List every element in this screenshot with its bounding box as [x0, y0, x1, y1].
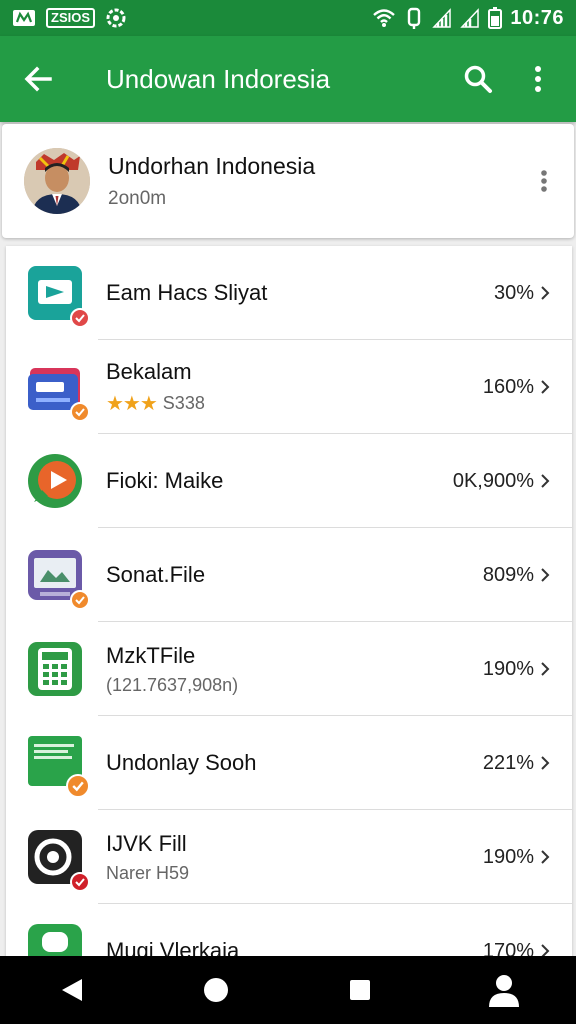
- avatar: [24, 148, 90, 214]
- search-button[interactable]: [448, 36, 508, 122]
- nav-recents-button[interactable]: [330, 960, 390, 1020]
- screen-cast-icon: [26, 264, 90, 328]
- more-vert-icon: [541, 170, 547, 192]
- app-text: Bekalam ★★★ S338: [106, 359, 483, 416]
- app-text: Fioki: Maike: [106, 468, 453, 494]
- search-icon: [464, 65, 492, 93]
- app-value: 0K,900%: [452, 469, 534, 492]
- app-bar: Undowan Indoresia: [0, 36, 576, 122]
- nav-back-button[interactable]: [42, 960, 102, 1020]
- system-nav-bar: [0, 956, 576, 1024]
- app-list: Eam Hacs Sliyat 30% Bekalam ★★★ S338 160…: [6, 246, 572, 966]
- status-left: ZSIOS: [12, 7, 127, 29]
- app-name: MzkTFile: [106, 642, 196, 668]
- chevron-right-icon: [540, 285, 550, 301]
- calculator-icon: [26, 640, 84, 698]
- status-time: 10:76: [510, 6, 564, 29]
- app-text: Eam Hacs Sliyat: [106, 280, 494, 306]
- arrow-back-icon: [24, 66, 52, 92]
- rating-stars-icon: ★★★: [106, 392, 158, 415]
- list-item[interactable]: IJVK Fill Narer H59 190%: [6, 810, 572, 904]
- settings-gear-icon: [106, 8, 126, 28]
- app-rating: ★★★ S338: [106, 391, 483, 416]
- back-triangle-icon: [62, 979, 82, 1001]
- chevron-right-icon: [540, 567, 550, 583]
- wifi-icon: [373, 9, 396, 27]
- payment-card-icon: [26, 358, 90, 422]
- chevron-right-icon: [540, 755, 550, 771]
- app-value: 190%: [482, 845, 534, 868]
- list-item[interactable]: Eam Hacs Sliyat 30%: [6, 246, 572, 340]
- verified-badge-icon: [70, 402, 90, 422]
- recents-square-icon: [350, 980, 370, 1000]
- chevron-right-icon: [540, 379, 550, 395]
- home-circle-icon: [204, 978, 228, 1002]
- verified-badge-icon: [70, 590, 90, 610]
- overflow-menu-button[interactable]: [508, 36, 568, 122]
- green-document-icon: [26, 734, 90, 798]
- nav-home-button[interactable]: [186, 960, 246, 1020]
- profile-subtitle: 2on0m: [108, 187, 167, 209]
- chevron-right-icon: [540, 849, 550, 865]
- app-sub: Narer H59: [106, 862, 190, 883]
- profile-more-button[interactable]: [524, 169, 564, 193]
- app-name: Bekalam: [106, 358, 192, 384]
- list-item[interactable]: Bekalam ★★★ S338 160%: [6, 340, 572, 434]
- app-text: Sonat.File: [106, 562, 483, 588]
- app-value: 809%: [482, 563, 534, 586]
- monitor-icon: [26, 546, 90, 610]
- screen: ZSIOS 10:76 Undowan Indoresia Undorhan I…: [0, 0, 576, 1024]
- list-item[interactable]: Undonlay Sooh 221%: [6, 716, 572, 810]
- chevron-right-icon: [540, 661, 550, 677]
- app-sub: S338: [162, 392, 205, 413]
- verified-badge-icon: [70, 308, 90, 328]
- chevron-right-icon: [540, 473, 550, 489]
- nav-profile-button[interactable]: [474, 960, 534, 1020]
- app-name: Undonlay Sooh: [106, 750, 257, 775]
- list-item[interactable]: Fioki: Maike 0K,900%: [6, 434, 572, 528]
- status-app-label: ZSIOS: [46, 8, 96, 28]
- list-item[interactable]: MzkTFile (121.7637,908n) 190%: [6, 622, 572, 716]
- signal-icon-2: [460, 8, 480, 28]
- app-text: Undonlay Sooh: [106, 750, 483, 776]
- signal-icon: [432, 8, 452, 28]
- camera-lens-icon: [26, 828, 90, 892]
- app-name: IJVK Fill: [106, 830, 187, 856]
- profile-card[interactable]: Undorhan Indonesia 2on0m: [2, 124, 574, 238]
- app-value: 221%: [482, 751, 534, 774]
- app-sub: (121.7637,908n): [106, 674, 239, 695]
- status-bar: ZSIOS 10:76: [0, 0, 576, 36]
- app-value: 30%: [493, 281, 534, 304]
- battery-icon: [488, 7, 503, 29]
- vibrate-icon: [408, 7, 421, 29]
- app-text: IJVK Fill Narer H59: [106, 831, 483, 884]
- person-icon: [489, 975, 519, 1007]
- page-title: Undowan Indoresia: [106, 63, 331, 94]
- status-right: 10:76: [372, 7, 564, 30]
- profile-name: Undorhan Indonesia: [108, 152, 316, 179]
- avatar-photo-icon: [24, 148, 90, 214]
- app-text: MzkTFile (121.7637,908n): [106, 643, 483, 696]
- app-value: 190%: [482, 657, 534, 680]
- verified-badge-icon: [66, 774, 90, 798]
- app-name: Fioki: Maike: [106, 468, 224, 493]
- profile-text: Undorhan Indonesia 2on0m: [108, 153, 524, 210]
- verified-badge-icon: [70, 872, 90, 892]
- back-button[interactable]: [0, 36, 76, 122]
- app-name: Eam Hacs Sliyat: [106, 280, 268, 305]
- play-bubble-icon: [26, 452, 84, 510]
- m-logo-icon: [13, 10, 35, 26]
- app-value: 160%: [482, 375, 534, 398]
- app-name: Sonat.File: [106, 562, 206, 587]
- list-item[interactable]: Sonat.File 809%: [6, 528, 572, 622]
- more-vert-icon: [535, 66, 541, 92]
